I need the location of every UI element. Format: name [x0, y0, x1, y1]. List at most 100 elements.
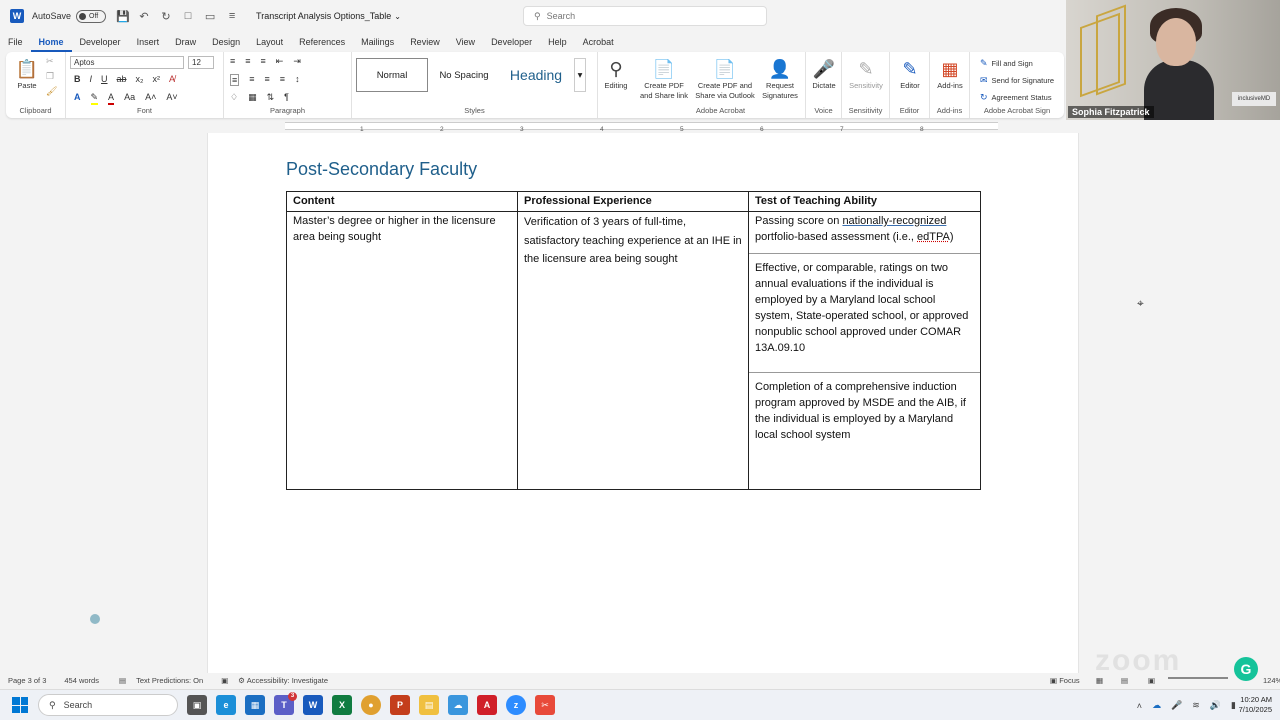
proofing-icon[interactable]: ▤ — [119, 676, 126, 685]
microphone-tray-icon[interactable]: 🎤 — [1171, 700, 1182, 711]
style-normal[interactable]: Normal — [356, 58, 428, 92]
increase-indent-icon[interactable]: ⇥ — [293, 56, 301, 67]
acrobat-icon[interactable]: A — [477, 695, 497, 715]
line-spacing-icon[interactable]: ↕ — [295, 74, 300, 86]
align-right-icon[interactable]: ≡ — [265, 74, 270, 86]
teaching-ability-option-2[interactable]: Effective, or comparable, ratings on two… — [755, 254, 974, 372]
tab-help[interactable]: Help — [540, 32, 575, 52]
word-taskbar-icon[interactable]: W — [303, 695, 323, 715]
bullets-icon[interactable]: ≡ — [230, 56, 235, 67]
format-painter-icon[interactable]: 🖌 — [46, 86, 57, 97]
highlight-icon[interactable]: ✎ — [90, 92, 99, 105]
taskbar-search[interactable]: ⚲ Search — [38, 694, 178, 716]
header-professional-experience[interactable]: Professional Experience — [517, 191, 749, 212]
undo-icon[interactable]: ↶ — [138, 10, 150, 23]
create-pdf-outlook-button[interactable]: 📄 Create PDF and Share via Outlook — [694, 57, 756, 101]
battery-icon[interactable]: ▮ — [1231, 700, 1236, 711]
send-for-signature-button[interactable]: ✉ Send for Signature — [980, 75, 1054, 86]
multilevel-list-icon[interactable]: ≡ — [261, 56, 266, 67]
align-center-icon[interactable]: ≡ — [249, 74, 254, 86]
text-effects-icon[interactable]: A — [74, 92, 81, 105]
page-count[interactable]: Page 3 of 3 — [8, 676, 46, 685]
shrink-font-icon[interactable]: A˅ — [166, 92, 177, 105]
tab-developer[interactable]: Developer — [72, 32, 129, 52]
decrease-indent-icon[interactable]: ⇤ — [276, 56, 284, 67]
redo-icon[interactable]: ↻ — [160, 10, 172, 23]
cell-content[interactable]: Master’s degree or higher in the licensu… — [286, 211, 518, 490]
system-clock[interactable]: 10:20 AM 7/10/2025 — [1239, 695, 1272, 715]
edge-icon[interactable]: e — [216, 695, 236, 715]
borders-icon[interactable]: ▦ — [248, 92, 257, 103]
customize-quick-access-icon[interactable]: ≡ — [226, 10, 238, 22]
teaching-ability-option-1[interactable]: Passing score on nationally-recognized p… — [755, 213, 974, 253]
print-icon[interactable]: ▭ — [204, 10, 216, 23]
wifi-icon[interactable]: ≋ — [1192, 700, 1200, 711]
tab-mailings[interactable]: Mailings — [353, 32, 402, 52]
request-signatures-button[interactable]: 👤 Request Signatures — [758, 57, 802, 101]
align-left-icon[interactable]: ≡ — [230, 74, 240, 86]
teams-icon[interactable]: T3 — [274, 692, 297, 715]
windows-start-icon[interactable] — [12, 697, 28, 713]
strikethrough-icon[interactable]: ab — [117, 74, 127, 84]
tab-design[interactable]: Design — [204, 32, 248, 52]
change-case-icon[interactable]: Aa — [124, 92, 135, 105]
shading-icon[interactable]: ♢ — [230, 92, 238, 103]
snipping-tool-icon[interactable]: ✂ — [535, 695, 555, 715]
teaching-ability-option-3[interactable]: Completion of a comprehensive induction … — [755, 373, 974, 473]
italic-icon[interactable]: I — [90, 74, 93, 84]
text-predictions[interactable]: Text Predictions: On — [136, 676, 203, 685]
header-test-of-teaching-ability[interactable]: Test of Teaching Ability — [748, 191, 981, 212]
fill-and-sign-button[interactable]: ✎ Fill and Sign — [980, 58, 1033, 69]
chrome-icon[interactable]: ● — [361, 695, 381, 715]
numbering-icon[interactable]: ≡ — [245, 56, 250, 67]
font-name-select[interactable]: Aptos — [70, 56, 184, 69]
ruler-track[interactable]: 1 2 3 4 5 6 7 8 — [285, 122, 998, 133]
tab-draw[interactable]: Draw — [167, 32, 204, 52]
tab-view[interactable]: View — [448, 32, 483, 52]
zoom-app-icon[interactable]: z — [506, 695, 526, 715]
file-explorer-icon[interactable]: ▤ — [419, 695, 439, 715]
store-icon[interactable]: ▦ — [245, 695, 265, 715]
styles-more-icon[interactable]: ▾ — [574, 58, 586, 92]
superscript-icon[interactable]: x² — [153, 74, 161, 84]
editing-button[interactable]: ⚲ Editing — [600, 57, 632, 91]
grow-font-icon[interactable]: A˄ — [145, 92, 156, 105]
style-no-spacing[interactable]: No Spacing — [432, 58, 496, 92]
document-canvas[interactable]: Post-Secondary Faculty Content Professio… — [0, 133, 1280, 673]
tray-chevron-icon[interactable]: ˄ — [1137, 701, 1142, 711]
agreement-status-button[interactable]: ↻ Agreement Status — [980, 92, 1052, 103]
dictate-button[interactable]: 🎤 Dictate — [808, 57, 840, 91]
participant-video[interactable]: inclusiveMD Sophia Fitzpatrick — [1066, 0, 1280, 120]
header-content[interactable]: Content — [286, 191, 518, 212]
underline-icon[interactable]: U — [101, 74, 108, 84]
font-color-icon[interactable]: A — [108, 92, 115, 105]
cell-professional-experience[interactable]: Verification of 3 years of full-time, sa… — [517, 211, 749, 490]
tab-insert[interactable]: Insert — [129, 32, 168, 52]
onedrive-tray-icon[interactable]: ☁ — [1152, 700, 1161, 711]
tab-acrobat[interactable]: Acrobat — [575, 32, 622, 52]
save-icon[interactable]: 💾 — [116, 10, 130, 23]
tab-developer-2[interactable]: Developer — [483, 32, 540, 52]
task-view-icon[interactable]: ▣ — [187, 695, 207, 715]
macro-icon[interactable]: ▣ — [221, 676, 228, 685]
document-title[interactable]: Transcript Analysis Options_Table ⌄ — [256, 11, 401, 21]
zoom-level[interactable]: 124% — [1263, 676, 1280, 685]
excel-icon[interactable]: X — [332, 695, 352, 715]
tab-home[interactable]: Home — [30, 32, 72, 52]
document-page[interactable]: Post-Secondary Faculty Content Professio… — [207, 133, 1079, 673]
new-document-icon[interactable]: □ — [182, 10, 194, 22]
sensitivity-button[interactable]: ✎ Sensitivity — [844, 57, 888, 91]
addins-button[interactable]: ▦ Add-ins — [932, 57, 968, 91]
font-size-select[interactable]: 12 — [188, 56, 214, 69]
focus-mode[interactable]: ▣ Focus — [1050, 676, 1080, 685]
paste-button[interactable]: 📋 Paste — [12, 57, 42, 91]
tab-review[interactable]: Review — [402, 32, 448, 52]
pilcrow-icon[interactable]: ¶ — [284, 92, 289, 103]
tab-file[interactable]: File — [0, 32, 31, 52]
cell-test-of-teaching-ability[interactable]: Passing score on nationally-recognized p… — [748, 211, 981, 490]
tab-layout[interactable]: Layout — [248, 32, 291, 52]
word-count[interactable]: 454 words — [64, 676, 99, 685]
volume-icon[interactable]: 🔊 — [1210, 700, 1221, 711]
autosave-toggle[interactable]: Off — [76, 9, 107, 23]
sort-icon[interactable]: ⇅ — [267, 92, 275, 103]
